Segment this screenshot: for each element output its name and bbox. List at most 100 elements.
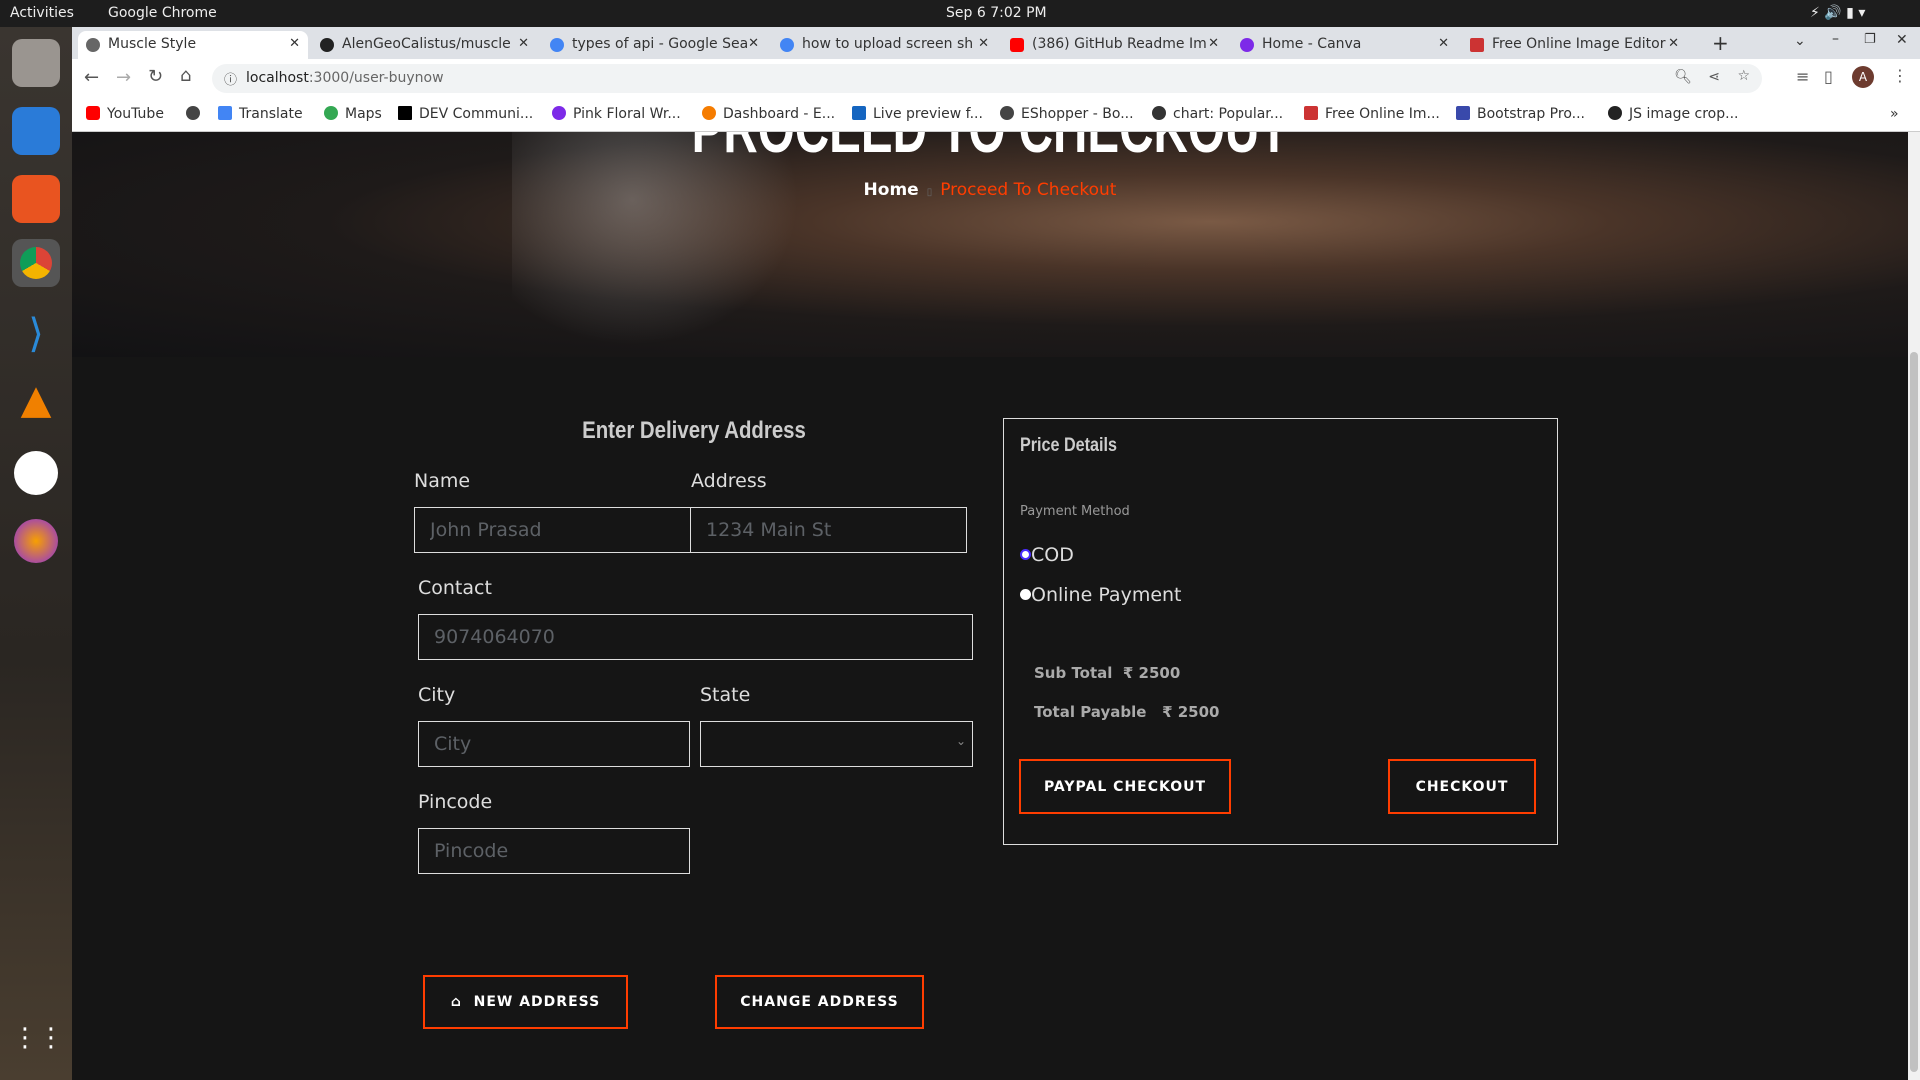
writer-icon[interactable] (12, 107, 60, 155)
firebase-icon (702, 106, 716, 120)
youtube-icon (86, 106, 100, 120)
vlc-icon[interactable]: ▲ (12, 377, 60, 425)
oie-icon (1304, 106, 1318, 120)
bookmark[interactable]: YouTube (86, 106, 164, 122)
new-tab-button[interactable]: + (1712, 31, 1729, 55)
radio-online-payment[interactable]: Online Payment (1020, 584, 1182, 606)
paypal-checkout-button[interactable]: PAYPAL CHECKOUT (1019, 759, 1231, 814)
close-tab-icon[interactable]: ✕ (748, 36, 759, 51)
radio-cod[interactable]: COD (1020, 544, 1074, 566)
radio-selected-icon[interactable] (1020, 549, 1031, 560)
show-apps-icon[interactable]: ⋮⋮⋮ (12, 1023, 90, 1071)
canva-icon (552, 106, 566, 120)
bookmark[interactable]: chart: Popular... (1152, 106, 1283, 122)
pincode-label: Pincode (418, 791, 493, 813)
address-input[interactable] (690, 507, 967, 553)
bookmark[interactable]: Live preview f... (852, 106, 983, 122)
translate-icon (218, 106, 232, 120)
hero-title: PROCEED TO CHECKOUT (347, 132, 1632, 168)
pincode-input[interactable] (418, 828, 690, 874)
files-icon[interactable] (12, 39, 60, 87)
app-icon[interactable] (14, 519, 58, 563)
maximize-button[interactable]: ❐ (1864, 32, 1876, 47)
google-icon (780, 38, 794, 52)
activities-button[interactable]: Activities (10, 5, 74, 21)
reload-icon[interactable]: ↻ (148, 66, 163, 87)
state-select[interactable]: ⌄ (700, 721, 973, 767)
info-icon[interactable]: ⓘ (224, 69, 237, 88)
checkout-button[interactable]: CHECKOUT (1388, 759, 1536, 814)
new-address-button[interactable]: ⌂ NEW ADDRESS (423, 975, 628, 1029)
bookmark[interactable]: Bootstrap Pro... (1456, 106, 1585, 122)
change-address-button[interactable]: CHANGE ADDRESS (715, 975, 924, 1029)
software-center-icon[interactable] (12, 175, 60, 223)
system-tray-icons[interactable]: ⚡ 🔊 ▮ ▾ (1810, 5, 1865, 21)
close-tab-icon[interactable]: ✕ (518, 36, 529, 51)
preview-icon (852, 106, 866, 120)
home-icon[interactable]: ⌂ (180, 65, 191, 86)
scrollbar-thumb[interactable] (1910, 352, 1918, 1072)
chrome-icon[interactable] (12, 239, 60, 287)
breadcrumb: Home ▯ Proceed To Checkout (72, 180, 1908, 200)
bookmark[interactable]: EShopper - Bo... (1000, 106, 1134, 122)
form-heading: Enter Delivery Address (582, 417, 806, 444)
radio-unselected-icon[interactable] (1020, 589, 1031, 600)
tab-youtube[interactable]: (386) GitHub Readme Im ✕ (1002, 31, 1227, 59)
bookmark-star-icon[interactable]: ☆ (1737, 68, 1750, 84)
bookmark[interactable]: Pink Floral Wr... (552, 106, 681, 122)
vscode-icon[interactable]: ⟩ (12, 311, 60, 359)
close-tab-icon[interactable]: ✕ (978, 36, 989, 51)
reading-list-icon[interactable]: ≡ (1796, 67, 1809, 86)
app-menu[interactable]: Google Chrome (108, 5, 217, 21)
back-icon[interactable]: ← (84, 67, 99, 88)
tab-title: how to upload screen sh (802, 36, 974, 52)
share-icon[interactable]: ⋖ (1708, 69, 1720, 85)
close-tab-icon[interactable]: ✕ (1438, 36, 1449, 51)
more-bookmarks-icon[interactable]: » (1890, 106, 1899, 122)
home-icon: ⌂ (450, 994, 462, 1010)
close-tab-icon[interactable]: ✕ (289, 36, 300, 51)
contact-input[interactable] (418, 614, 973, 660)
minimize-button[interactable]: – (1832, 31, 1839, 47)
close-tab-icon[interactable]: ✕ (1208, 36, 1219, 51)
clock[interactable]: Sep 6 7:02 PM (946, 5, 1047, 21)
name-label: Name (414, 470, 471, 492)
tab-canva[interactable]: Home - Canva ✕ (1232, 31, 1457, 59)
bookmark[interactable]: Free Online Im... (1304, 106, 1440, 122)
bookmark[interactable]: DEV Communi... (398, 106, 533, 122)
total-value: ₹ 2500 (1162, 703, 1220, 721)
tab-title: Muscle Style (108, 36, 197, 52)
bookmarks-bar: YouTube Translate Maps DEV Communi... Pi… (72, 98, 1920, 132)
zoom-icon[interactable]: 🔍︎ (1674, 69, 1692, 85)
bookmark[interactable]: Maps (324, 106, 382, 122)
close-tab-icon[interactable]: ✕ (1668, 36, 1679, 51)
bookmark[interactable] (186, 106, 207, 122)
oie-icon (1470, 38, 1484, 52)
forward-icon[interactable]: → (116, 67, 131, 88)
scrollbar[interactable] (1908, 132, 1920, 1080)
tab-title: (386) GitHub Readme Im (1032, 36, 1207, 52)
city-input[interactable] (418, 721, 690, 767)
tab-github[interactable]: AlenGeoCalistus/muscle ✕ (312, 31, 537, 59)
bookmark[interactable]: JS image crop... (1608, 106, 1738, 122)
side-panel-icon[interactable]: ▯ (1824, 67, 1833, 86)
profile-avatar[interactable]: A (1852, 66, 1874, 88)
address-bar[interactable]: ⓘ localhost:3000/user-buynow 🔍︎ ⋖ ☆ (212, 64, 1762, 93)
name-input[interactable] (414, 507, 691, 553)
tab-muscle-style[interactable]: Muscle Style ✕ (78, 31, 308, 59)
bookmark[interactable]: Dashboard - E... (702, 106, 835, 122)
globe-icon (186, 106, 200, 120)
mongodb-compass-icon[interactable] (14, 451, 58, 495)
tab-google-upload[interactable]: how to upload screen sh ✕ (772, 31, 997, 59)
menu-icon[interactable]: ⋮ (1892, 66, 1908, 85)
tab-google-api[interactable]: types of api - Google Sea ✕ (542, 31, 767, 59)
globe-icon (1000, 106, 1014, 120)
globe-icon (86, 38, 100, 52)
chart-icon (1152, 106, 1166, 120)
payment-method-label: Payment Method (1020, 504, 1130, 519)
tab-image-editor[interactable]: Free Online Image Editor ✕ (1462, 31, 1687, 59)
bookmark[interactable]: Translate (218, 106, 303, 122)
close-window-button[interactable]: ✕ (1896, 32, 1908, 48)
breadcrumb-home[interactable]: Home (864, 180, 919, 200)
tab-search-icon[interactable]: ⌄ (1794, 33, 1806, 49)
